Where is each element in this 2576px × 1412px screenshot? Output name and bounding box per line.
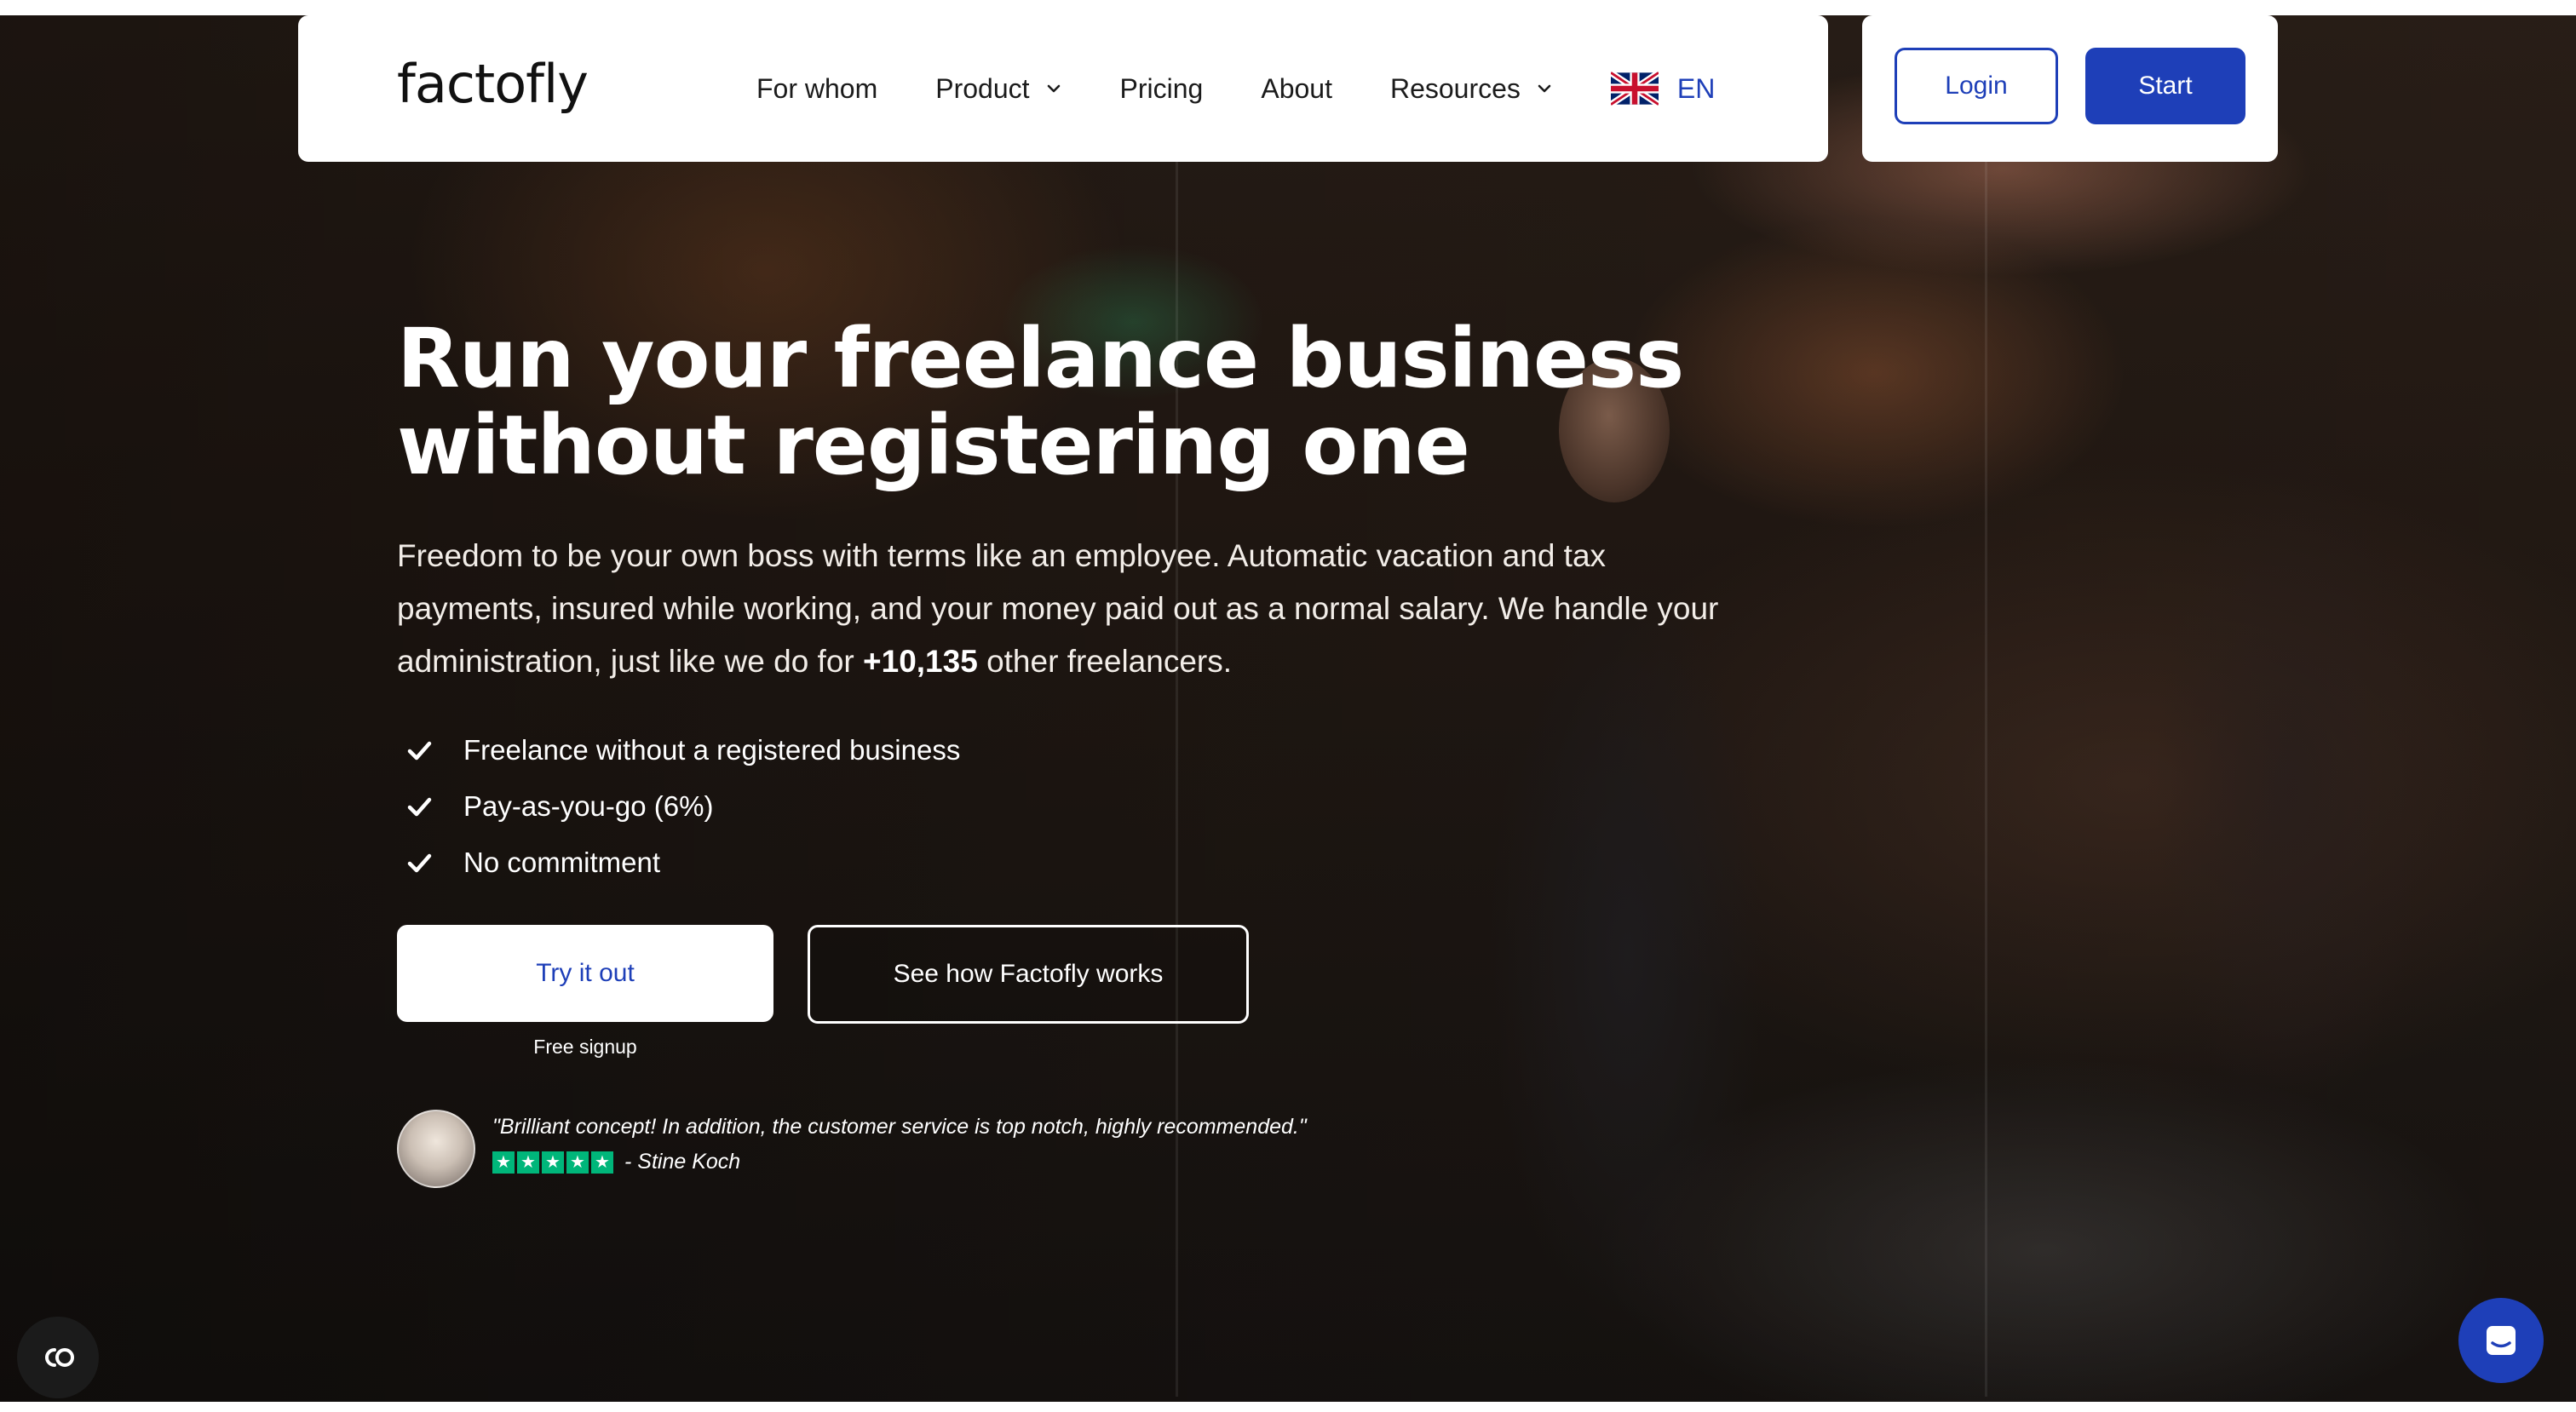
- nav-item-label: Resources: [1389, 72, 1521, 104]
- feature-label: Freelance without a registered business: [463, 734, 961, 766]
- try-it-out-button[interactable]: Try it out: [397, 925, 773, 1022]
- check-icon: [407, 741, 432, 761]
- feature-label: No commitment: [463, 847, 661, 878]
- star-icon: ★: [566, 1151, 589, 1174]
- cta-row: Try it out Free signup See how Factofly …: [397, 925, 1726, 1059]
- rating-row: ★ ★ ★ ★ ★ - Stine Koch: [492, 1150, 1307, 1174]
- hero-content: Run your freelance business without regi…: [397, 315, 1726, 1188]
- see-how-it-works-button[interactable]: See how Factofly works: [808, 925, 1249, 1024]
- testimonial-quote: "Brilliant concept! In addition, the cus…: [492, 1115, 1307, 1139]
- page: factofly For whom Product Pricing About …: [0, 0, 2576, 1412]
- chat-icon: [2487, 1326, 2516, 1355]
- headline-line: Run your freelance business: [397, 311, 1684, 406]
- chat-button[interactable]: [2458, 1298, 2544, 1383]
- check-icon: [407, 853, 432, 873]
- main-nav-bar: factofly For whom Product Pricing About …: [298, 15, 1828, 162]
- hero-headline: Run your freelance business without regi…: [397, 315, 1726, 489]
- star-rating: ★ ★ ★ ★ ★: [492, 1151, 616, 1174]
- star-icon: ★: [517, 1151, 539, 1174]
- reflection-silhouette: [2113, 409, 2470, 1260]
- nav-item-label: Pricing: [1119, 72, 1204, 104]
- testimonial-body: "Brilliant concept! In addition, the cus…: [492, 1115, 1307, 1174]
- nav-item-for-whom[interactable]: For whom: [756, 73, 877, 105]
- nav-item-about[interactable]: About: [1261, 73, 1332, 105]
- chevron-down-icon: [1047, 84, 1060, 93]
- freelancer-count: +10,135: [863, 644, 978, 679]
- star-icon: ★: [492, 1151, 515, 1174]
- uk-flag-icon: [1610, 72, 1659, 106]
- brand-logo[interactable]: factofly: [397, 53, 589, 115]
- testimonial-author: - Stine Koch: [624, 1150, 741, 1174]
- language-selector[interactable]: EN: [1610, 72, 1716, 106]
- nav-item-resources[interactable]: Resources: [1390, 73, 1553, 105]
- page-bottom-edge: [0, 1402, 2576, 1412]
- language-code: EN: [1676, 72, 1716, 104]
- feature-list: Freelance without a registered business …: [397, 722, 1726, 891]
- avatar: [397, 1110, 475, 1188]
- star-icon: ★: [542, 1151, 564, 1174]
- testimonial: "Brilliant concept! In addition, the cus…: [397, 1110, 1726, 1188]
- star-icon: ★: [591, 1151, 613, 1174]
- cookie-settings-icon: [45, 1348, 74, 1367]
- login-button[interactable]: Login: [1895, 48, 2058, 124]
- glass-divider: [1985, 153, 1987, 1397]
- check-icon: [407, 797, 432, 817]
- chevron-down-icon: [1538, 84, 1551, 93]
- feature-item: Pay-as-you-go (6%): [397, 778, 1726, 835]
- headline-line: without registering one: [397, 398, 1470, 493]
- start-button[interactable]: Start: [2085, 48, 2245, 124]
- nav-links: For whom Product Pricing About Resources: [756, 15, 1715, 162]
- nav-item-product[interactable]: Product: [935, 73, 1061, 105]
- nav-item-pricing[interactable]: Pricing: [1120, 73, 1204, 105]
- cookie-settings-button[interactable]: [17, 1317, 99, 1398]
- nav-item-label: Product: [935, 72, 1030, 104]
- feature-item: Freelance without a registered business: [397, 722, 1726, 778]
- nav-item-label: For whom: [756, 72, 878, 104]
- feature-item: No commitment: [397, 835, 1726, 891]
- hero-subtext: Freedom to be your own boss with terms l…: [397, 530, 1726, 688]
- primary-cta-group: Try it out Free signup: [397, 925, 773, 1059]
- free-signup-note: Free signup: [533, 1036, 637, 1058]
- nav-item-label: About: [1261, 72, 1332, 104]
- auth-bar: Login Start: [1862, 15, 2278, 162]
- feature-label: Pay-as-you-go (6%): [463, 790, 714, 822]
- subtext-part: other freelancers.: [977, 644, 1233, 679]
